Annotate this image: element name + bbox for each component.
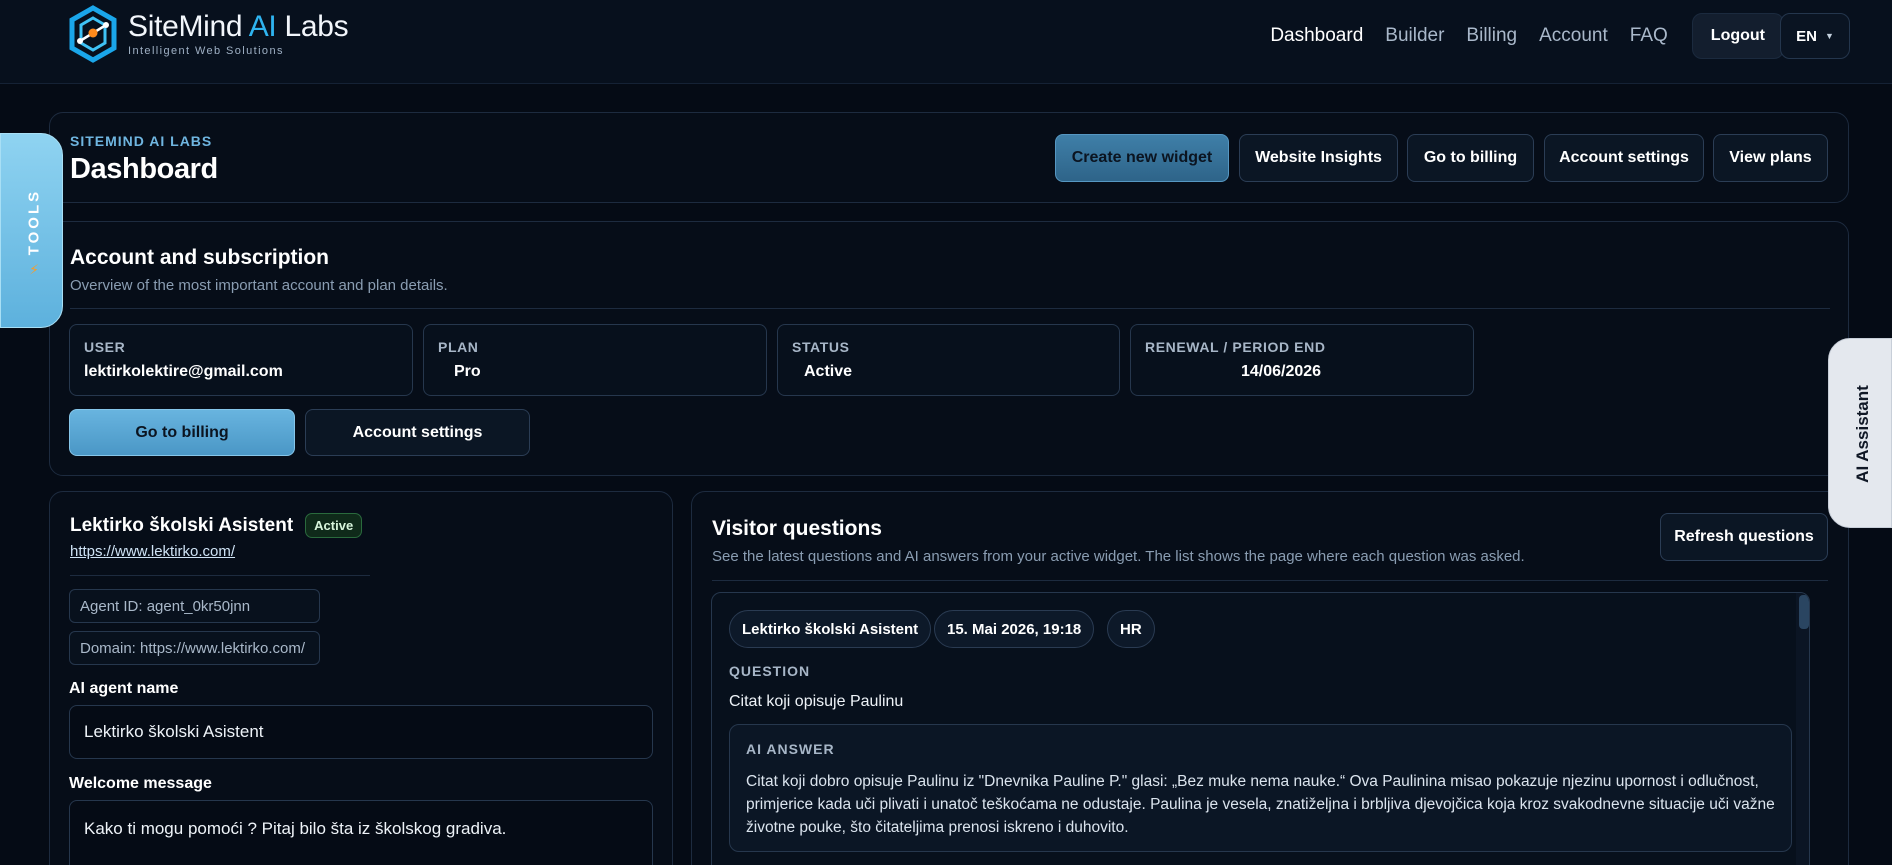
user-email: lektirkolektire@gmail.com xyxy=(84,363,283,380)
chevron-down-icon: ▼ xyxy=(1824,31,1834,41)
question-agent-tag: Lektirko školski Asistent xyxy=(729,610,932,648)
agent-divider xyxy=(70,575,370,576)
nav-account[interactable]: Account xyxy=(1539,25,1608,47)
ai-answer-text: Citat koji dobro opisuje Paulinu iz "Dne… xyxy=(746,773,1775,836)
tools-tab-label: TOOLS xyxy=(25,188,43,256)
agent-header: Lektirko školski Asistent Active xyxy=(70,513,363,538)
visitor-questions-title: Visitor questions xyxy=(712,517,882,540)
page-header-panel: SITEMIND AI LABS Dashboard Create new wi… xyxy=(49,112,1849,203)
nav-billing[interactable]: Billing xyxy=(1466,25,1517,47)
welcome-message-input[interactable]: Kako ti mogu pomoći ? Pitaj bilo šta iz … xyxy=(69,800,653,865)
agent-id-field: Agent ID: agent_0kr50jnn xyxy=(69,589,320,623)
brand-hexagon-icon xyxy=(69,5,117,63)
subscription-subtitle: Overview of the most important account a… xyxy=(70,277,448,294)
brand-name: SiteMind AI Labs xyxy=(128,9,349,43)
subscription-divider xyxy=(70,308,1830,309)
question-language-tag: HR xyxy=(1107,610,1155,648)
refresh-questions-button[interactable]: Refresh questions xyxy=(1660,513,1828,561)
tools-side-tab[interactable]: ⚡ TOOLS xyxy=(0,133,63,328)
stat-label: RENEWAL / PERIOD END xyxy=(1145,339,1326,355)
subscription-settings-button[interactable]: Account settings xyxy=(305,409,530,456)
renewal-date: 14/06/2026 xyxy=(1241,363,1322,380)
question-label: QUESTION xyxy=(729,663,811,679)
nav-faq[interactable]: FAQ xyxy=(1630,25,1668,47)
status-value: Active xyxy=(804,363,853,380)
top-navigation-bar: SiteMind AI Labs Intelligent Web Solutio… xyxy=(0,0,1892,84)
scrollbar-thumb[interactable] xyxy=(1799,595,1809,629)
language-selector[interactable]: EN ▼ xyxy=(1780,13,1850,59)
lightning-bolt-icon: ⚡ xyxy=(29,261,39,278)
page-eyebrow: SITEMIND AI LABS xyxy=(70,133,213,149)
brand-logo[interactable]: SiteMind AI Labs Intelligent Web Solutio… xyxy=(68,4,349,64)
nav-builder[interactable]: Builder xyxy=(1385,25,1444,47)
welcome-message-label: Welcome message xyxy=(69,775,212,792)
brand-tagline: Intelligent Web Solutions xyxy=(128,44,284,57)
nav-dashboard[interactable]: Dashboard xyxy=(1270,25,1363,47)
agent-name: Lektirko školski Asistent xyxy=(70,514,294,536)
ai-assistant-side-tab[interactable]: AI Assistant xyxy=(1828,338,1892,528)
question-datetime-tag: 15. Mai 2026, 19:18 xyxy=(934,610,1095,648)
question-text: Citat koji opisuje Paulinu xyxy=(729,693,904,710)
agent-name-input[interactable]: Lektirko školski Asistent xyxy=(69,705,653,759)
visitor-questions-divider xyxy=(712,580,1828,581)
stat-card-status: STATUS Active xyxy=(777,324,1120,396)
language-value: EN xyxy=(1796,27,1817,45)
create-widget-button[interactable]: Create new widget xyxy=(1055,134,1229,182)
agent-domain-field: Domain: https://www.lektirko.com/ xyxy=(69,631,320,665)
visitor-questions-subtitle: See the latest questions and AI answers … xyxy=(712,548,1525,565)
agent-website-link[interactable]: https://www.lektirko.com/ xyxy=(70,543,235,560)
stat-label: PLAN xyxy=(438,339,479,355)
ai-answer-box: AI ANSWER Citat koji dobro opisuje Pauli… xyxy=(729,724,1792,852)
account-settings-button[interactable]: Account settings xyxy=(1544,134,1704,182)
stat-card-plan: PLAN Pro xyxy=(423,324,767,396)
page-title: Dashboard xyxy=(70,153,218,185)
subscription-billing-button[interactable]: Go to billing xyxy=(69,409,295,456)
question-list-scrollbar[interactable] xyxy=(1796,593,1809,865)
stat-card-renewal: RENEWAL / PERIOD END 14/06/2026 xyxy=(1130,324,1474,396)
ai-answer-label: AI ANSWER xyxy=(746,741,835,757)
subscription-title: Account and subscription xyxy=(70,246,330,269)
view-plans-button[interactable]: View plans xyxy=(1713,134,1828,182)
stat-label: USER xyxy=(84,339,126,355)
ai-assistant-tab-label: AI Assistant xyxy=(1853,385,1872,483)
question-list[interactable]: Lektirko školski Asistent 15. Mai 2026, … xyxy=(711,592,1810,865)
main-nav: Dashboard Builder Billing Account FAQ Lo… xyxy=(1248,12,1784,60)
logout-button[interactable]: Logout xyxy=(1691,13,1784,59)
website-insights-button[interactable]: Website Insights xyxy=(1239,134,1398,182)
agent-status-badge: Active xyxy=(305,513,363,538)
stat-label: STATUS xyxy=(792,339,850,355)
stat-card-user: USER lektirkolektire@gmail.com xyxy=(69,324,413,396)
go-to-billing-button[interactable]: Go to billing xyxy=(1407,134,1534,182)
plan-value: Pro xyxy=(454,363,481,380)
agent-name-label: AI agent name xyxy=(69,680,179,697)
